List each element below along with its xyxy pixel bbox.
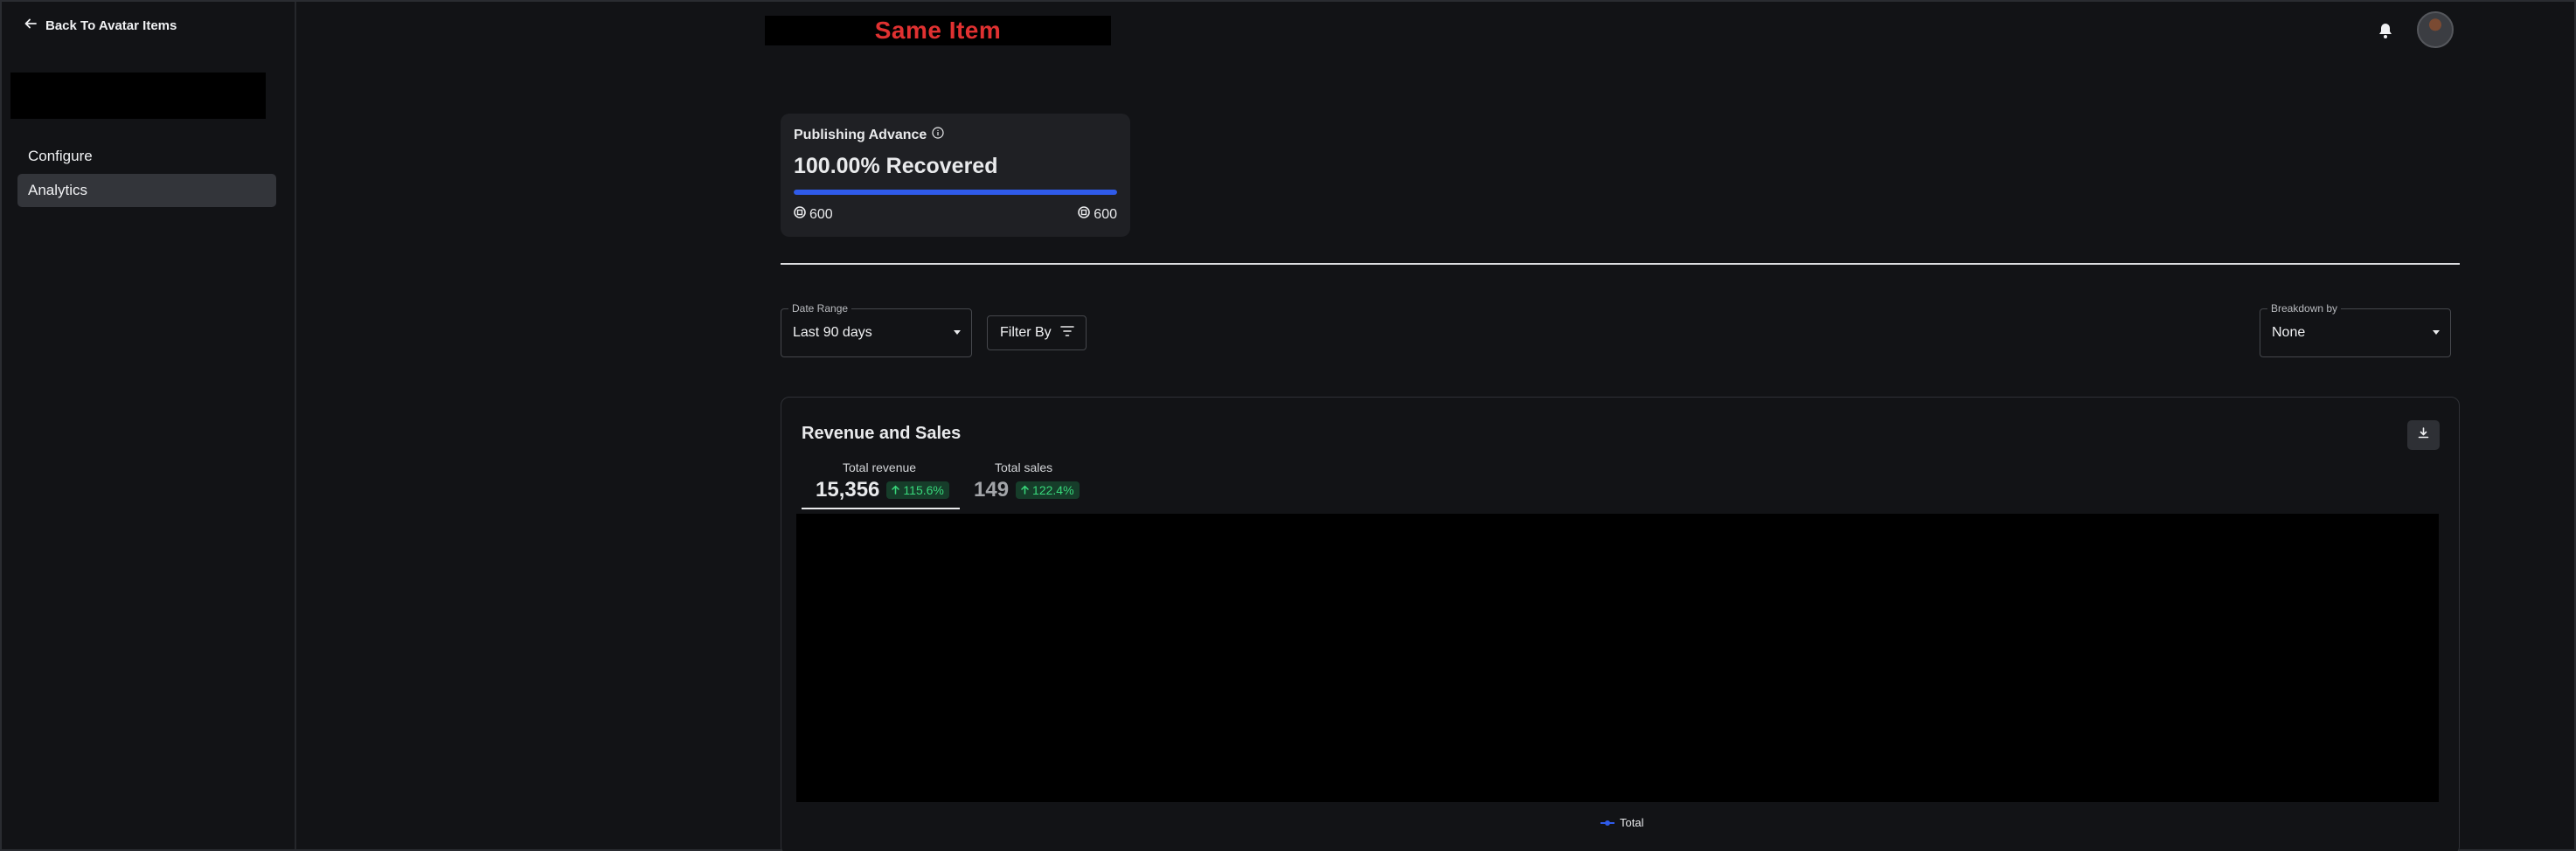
change-badge: 115.6%	[886, 481, 949, 499]
recovery-progress-bar	[794, 190, 1117, 195]
change-value: 115.6%	[903, 483, 944, 497]
metric-value: 15,356	[816, 478, 880, 502]
sidebar: Back To Avatar Items Configure Analytics	[2, 2, 296, 849]
app-window: Back To Avatar Items Configure Analytics…	[0, 0, 2576, 851]
page-title-text: Same Item	[874, 17, 1002, 44]
advance-amount-value: 600	[1094, 206, 1117, 222]
chevron-down-icon	[954, 330, 961, 335]
advance-amount: 600	[1078, 206, 1117, 223]
metric-label: Total revenue	[843, 460, 917, 474]
download-icon	[2418, 427, 2429, 443]
arrow-left-icon	[24, 17, 37, 33]
avatar[interactable]	[2417, 11, 2454, 48]
info-icon[interactable]	[932, 127, 944, 143]
filter-by-button[interactable]: Filter By	[987, 315, 1087, 350]
filter-by-label: Filter By	[1000, 325, 1052, 340]
download-button[interactable]	[2407, 420, 2440, 450]
metric-label: Total sales	[995, 460, 1053, 474]
robux-icon	[794, 206, 806, 223]
recovered-percentage: 100.00% Recovered	[794, 154, 998, 178]
date-range-label: Date Range	[788, 302, 852, 315]
legend-label: Total	[1620, 816, 1644, 829]
recovery-progress-fill	[794, 190, 1117, 195]
section-divider	[781, 263, 2460, 265]
date-range-select[interactable]: Date Range Last 90 days	[781, 302, 972, 357]
sidebar-item-analytics[interactable]: Analytics	[17, 174, 276, 207]
change-badge: 122.4%	[1016, 481, 1080, 499]
tab-total-sales[interactable]: Total sales 149 122.4%	[972, 460, 1103, 509]
filter-icon	[1059, 325, 1074, 342]
sidebar-item-label: Analytics	[28, 182, 88, 198]
redacted-chart-area	[796, 514, 2439, 802]
page-title: Same Item	[765, 16, 1111, 45]
chart-legend[interactable]: Total	[1600, 816, 1643, 829]
tab-total-revenue[interactable]: Total revenue 15,356 115.6%	[802, 460, 960, 509]
breakdown-by-select[interactable]: Breakdown by None	[2260, 302, 2451, 357]
arrow-up-icon	[892, 483, 900, 497]
metric-row: 149 122.4%	[974, 478, 1080, 502]
publishing-advance-label: Publishing Advance	[794, 127, 927, 142]
revenue-card-title: Revenue and Sales	[802, 424, 962, 443]
metric-value: 149	[974, 478, 1010, 502]
date-range-value: Last 90 days	[793, 325, 872, 340]
change-value: 122.4%	[1032, 483, 1074, 497]
redacted-item-thumbnail	[10, 73, 266, 119]
sidebar-item-label: Configure	[28, 148, 93, 164]
metric-row: 15,356 115.6%	[816, 478, 949, 502]
breakdown-by-value: None	[2272, 325, 2306, 340]
chevron-down-icon	[2433, 330, 2440, 335]
recovered-amount: 600	[794, 206, 833, 223]
arrow-up-icon	[1021, 483, 1029, 497]
back-link-label: Back To Avatar Items	[45, 17, 177, 33]
bell-icon[interactable]	[2376, 21, 2395, 40]
back-to-avatar-items-link[interactable]: Back To Avatar Items	[24, 17, 177, 33]
revenue-and-sales-card: Revenue and Sales Total revenue 15,356 1…	[781, 397, 2460, 851]
breakdown-by-label: Breakdown by	[2267, 302, 2342, 315]
publishing-advance-card: Publishing Advance 100.00% Recovered 600…	[781, 114, 1130, 237]
recovered-amount-value: 600	[809, 206, 833, 222]
robux-icon	[1078, 206, 1091, 223]
publishing-advance-title: Publishing Advance	[794, 127, 944, 143]
legend-line-icon	[1600, 816, 1614, 829]
sidebar-item-configure[interactable]: Configure	[17, 140, 276, 173]
